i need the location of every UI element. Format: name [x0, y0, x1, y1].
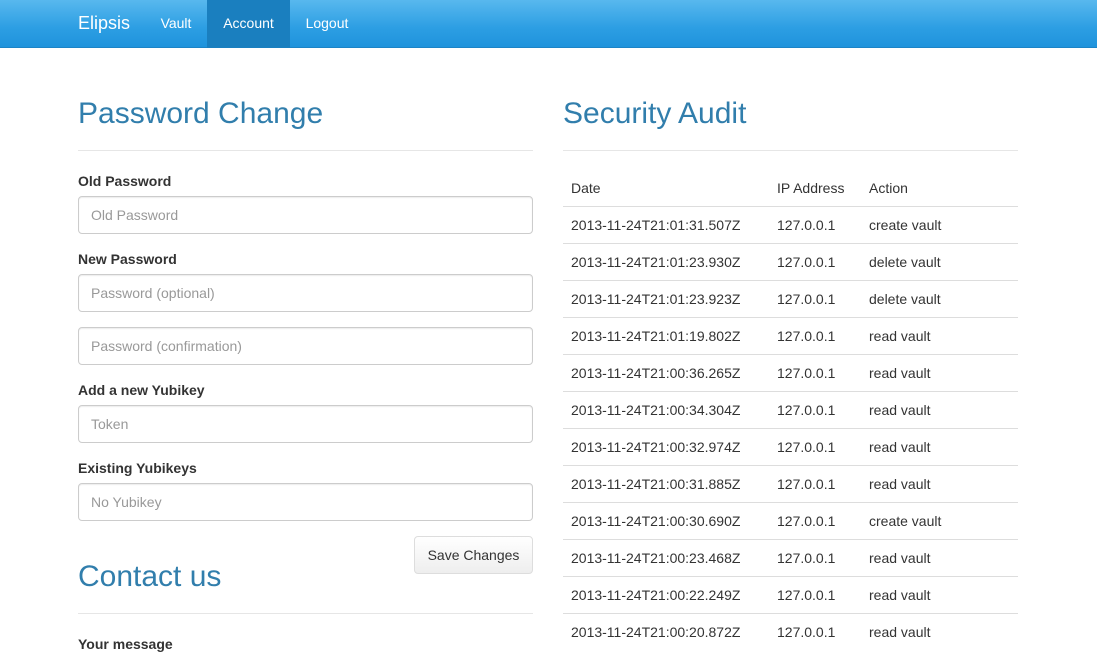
table-row: 2013-11-24T21:00:36.265Z 127.0.0.1 read va…	[563, 354, 1018, 392]
cell-action: read vault	[861, 539, 1018, 577]
confirm-password-input[interactable]	[78, 327, 533, 365]
table-row: 2013-11-24T21:01:19.802Z 127.0.0.1 read va…	[563, 317, 1018, 355]
old-password-label: Old Password	[78, 173, 172, 189]
table-row: 2013-11-24T21:00:23.468Z 127.0.0.1 read va…	[563, 539, 1018, 577]
cell-ip-address: 127.0.0.1	[769, 502, 861, 540]
security-audit-title: Security Audit	[563, 97, 747, 130]
cell-action: read vault	[861, 465, 1018, 503]
yubikey-token-input[interactable]	[78, 405, 533, 443]
table-row: 2013-11-24T21:01:23.923Z 127.0.0.1 delete …	[563, 280, 1018, 318]
cell-action: read vault	[861, 613, 1018, 650]
cell-date: 2013-11-24T21:00:36.265Z	[563, 354, 769, 392]
cell-date: 2013-11-24T21:00:31.885Z	[563, 465, 769, 503]
cell-action: delete vault	[861, 280, 1018, 318]
cell-date: 2013-11-24T21:00:32.974Z	[563, 428, 769, 466]
cell-ip-address: 127.0.0.1	[769, 354, 861, 392]
table-row: 2013-11-24T21:00:20.872Z 127.0.0.1 read va…	[563, 613, 1018, 650]
cell-action: read vault	[861, 391, 1018, 429]
cell-action: read vault	[861, 354, 1018, 392]
brand-logo[interactable]: Elipsis	[78, 0, 130, 48]
cell-action: read vault	[861, 576, 1018, 614]
cell-date: 2013-11-24T21:00:23.468Z	[563, 539, 769, 577]
cell-ip-address: 127.0.0.1	[769, 613, 861, 650]
cell-date: 2013-11-24T21:01:23.923Z	[563, 280, 769, 318]
existing-yubikeys-field[interactable]	[78, 483, 533, 521]
cell-date: 2013-11-24T21:01:31.507Z	[563, 206, 769, 244]
cell-action: delete vault	[861, 243, 1018, 281]
cell-date: 2013-11-24T21:00:20.872Z	[563, 613, 769, 650]
cell-action: create vault	[861, 206, 1018, 244]
cell-ip-address: 127.0.0.1	[769, 391, 861, 429]
cell-ip-address: 127.0.0.1	[769, 206, 861, 244]
cell-date: 2013-11-24T21:01:19.802Z	[563, 317, 769, 355]
divider	[563, 150, 1018, 151]
divider	[78, 150, 533, 151]
table-header-row: Date IP Address Action	[563, 170, 1018, 207]
cell-action: read vault	[861, 317, 1018, 355]
cell-ip-address: 127.0.0.1	[769, 317, 861, 355]
cell-ip-address: 127.0.0.1	[769, 539, 861, 577]
new-password-label: New Password	[78, 251, 177, 267]
table-row: 2013-11-24T21:00:32.974Z 127.0.0.1 read va…	[563, 428, 1018, 466]
nav-account[interactable]: Account	[207, 0, 290, 48]
message-label: Your message	[78, 636, 173, 652]
table-row: 2013-11-24T21:01:31.507Z 127.0.0.1 create …	[563, 206, 1018, 244]
cell-ip-address: 127.0.0.1	[769, 465, 861, 503]
cell-date: 2013-11-24T21:00:34.304Z	[563, 391, 769, 429]
cell-date: 2013-11-24T21:01:23.930Z	[563, 243, 769, 281]
table-row: 2013-11-24T21:00:30.690Z 127.0.0.1 create …	[563, 502, 1018, 540]
nav-logout[interactable]: Logout	[290, 0, 364, 48]
cell-ip-address: 127.0.0.1	[769, 576, 861, 614]
cell-date: 2013-11-24T21:00:30.690Z	[563, 502, 769, 540]
cell-action: read vault	[861, 428, 1018, 466]
top-navbar: Elipsis Vault Account Logout	[0, 0, 1097, 48]
save-changes-button[interactable]: Save Changes	[414, 536, 533, 574]
cell-date: 2013-11-24T21:00:22.249Z	[563, 576, 769, 614]
password-change-title: Password Change	[78, 97, 324, 130]
existing-yubikeys-label: Existing Yubikeys	[78, 460, 197, 476]
nav-vault[interactable]: Vault	[146, 0, 206, 48]
table-row: 2013-11-24T21:00:31.885Z 127.0.0.1 read va…	[563, 465, 1018, 503]
column-header-date: Date	[563, 170, 769, 207]
old-password-input[interactable]	[78, 196, 533, 234]
divider	[78, 613, 533, 614]
column-header-action: Action	[861, 170, 1018, 207]
table-row: 2013-11-24T21:00:22.249Z 127.0.0.1 read va…	[563, 576, 1018, 614]
cell-ip-address: 127.0.0.1	[769, 428, 861, 466]
add-yubikey-label: Add a new Yubikey	[78, 382, 205, 398]
contact-title: Contact us	[78, 560, 222, 593]
cell-ip-address: 127.0.0.1	[769, 243, 861, 281]
column-header-ip: IP Address	[769, 170, 861, 207]
table-row: 2013-11-24T21:01:23.930Z 127.0.0.1 delete …	[563, 243, 1018, 281]
new-password-input[interactable]	[78, 274, 533, 312]
cell-action: create vault	[861, 502, 1018, 540]
table-row: 2013-11-24T21:00:34.304Z 127.0.0.1 read va…	[563, 391, 1018, 429]
audit-table: Date IP Address Action 2013-11-24T21:01:…	[563, 170, 1018, 650]
cell-ip-address: 127.0.0.1	[769, 280, 861, 318]
